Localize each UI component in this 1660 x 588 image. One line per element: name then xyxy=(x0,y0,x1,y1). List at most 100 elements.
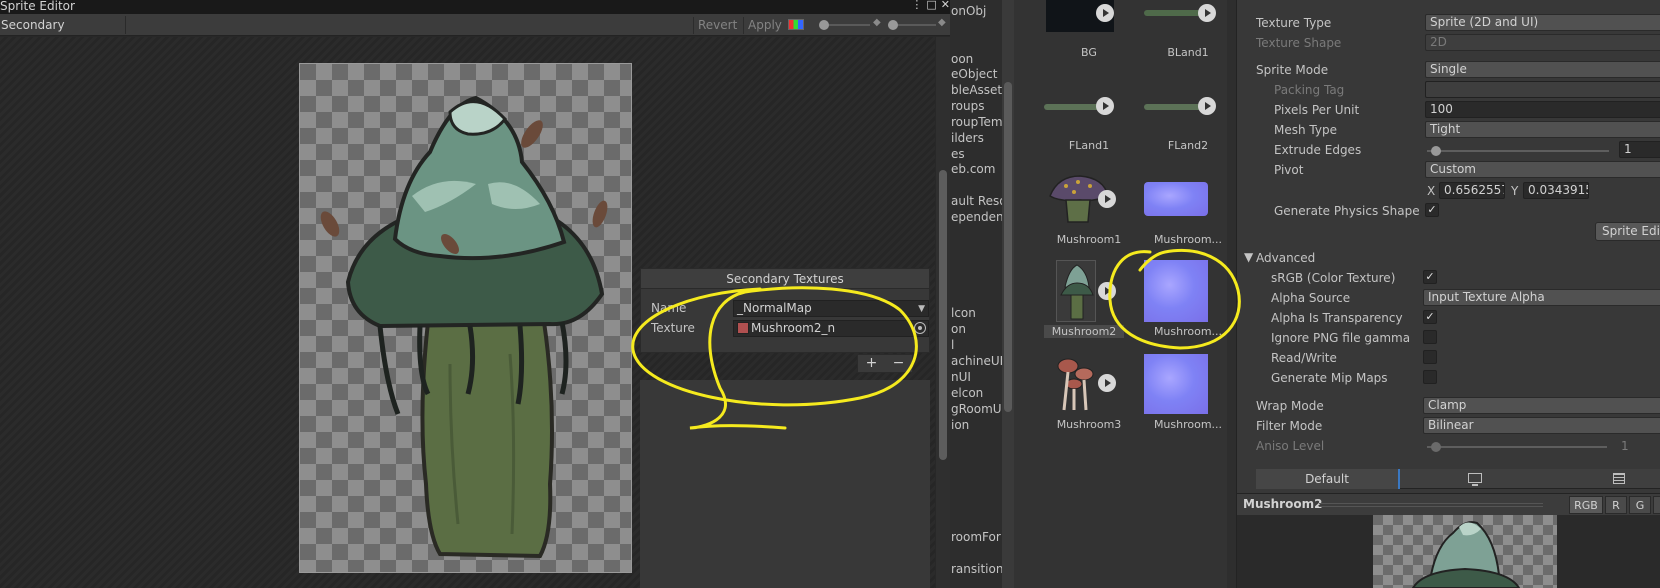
remove-texture-button[interactable]: − xyxy=(885,355,912,372)
generate-physics-shape-checkbox[interactable]: ✓ xyxy=(1425,203,1439,217)
add-texture-button[interactable]: + xyxy=(858,355,885,372)
list-item[interactable]: ilders xyxy=(951,131,984,145)
extrude-edges-slider[interactable] xyxy=(1427,150,1609,152)
play-icon[interactable] xyxy=(1098,190,1116,208)
asset-label[interactable]: BG xyxy=(1039,46,1139,59)
canvas-vertical-scrollbar[interactable] xyxy=(936,37,950,588)
apply-button[interactable]: Apply xyxy=(743,17,786,34)
list-item[interactable]: es xyxy=(951,147,965,161)
asset-label[interactable]: Mushroom... xyxy=(1138,233,1238,246)
asset-thumbnail-fland2[interactable] xyxy=(1144,104,1202,110)
monitor-icon[interactable] xyxy=(1468,473,1482,486)
list-item[interactable]: achineUI xyxy=(951,354,1003,368)
asset-label[interactable]: Mushroom... xyxy=(1138,418,1238,431)
list-item[interactable]: ion xyxy=(951,418,969,432)
extrude-edges-slider-knob[interactable] xyxy=(1431,146,1441,156)
play-icon[interactable] xyxy=(1098,374,1116,392)
sprite-mode-dropdown[interactable]: Single xyxy=(1425,61,1660,78)
rgb-channel-button[interactable]: RGB xyxy=(1569,496,1603,514)
asset-label[interactable]: Mushroom3 xyxy=(1039,418,1139,431)
project-scrollbar[interactable] xyxy=(1227,0,1236,588)
asset-label-selected[interactable]: Mushroom2 xyxy=(1044,325,1124,338)
list-item[interactable]: bleAssets xyxy=(951,83,1008,97)
list-item[interactable]: roomFor xyxy=(951,530,1001,544)
ignore-png-gamma-checkbox[interactable] xyxy=(1423,330,1437,344)
asset-thumbnail-mushroom2[interactable] xyxy=(1056,260,1096,322)
preview-resize-handle[interactable] xyxy=(1319,503,1543,507)
asset-thumbnail-mushroom2-normal[interactable] xyxy=(1144,260,1208,322)
object-picker-icon[interactable] xyxy=(914,321,926,334)
asset-thumbnail-mushroom1-normal[interactable] xyxy=(1144,182,1208,216)
texture-row: Texture Mushroom2_n xyxy=(651,319,929,337)
list-item[interactable]: elcon xyxy=(951,386,983,400)
texture-name-field[interactable]: _NormalMap ▼ xyxy=(733,299,929,317)
aniso-level-value: 1 xyxy=(1621,439,1629,453)
mesh-type-dropdown[interactable]: Tight xyxy=(1425,121,1660,138)
texture-type-dropdown[interactable]: Sprite (2D and UI) xyxy=(1425,14,1660,31)
list-item[interactable]: onObj xyxy=(951,4,986,18)
play-icon[interactable] xyxy=(1098,282,1116,300)
pivot-y-field[interactable]: 0.0343915 xyxy=(1523,182,1589,199)
asset-label[interactable]: FLand2 xyxy=(1138,139,1238,152)
extrude-edges-field[interactable]: 1 xyxy=(1619,141,1660,158)
tab-default[interactable]: Default xyxy=(1256,469,1400,489)
list-item[interactable]: roups xyxy=(951,99,985,113)
list-item[interactable]: eb.com xyxy=(951,162,995,176)
list-item[interactable]: ransition xyxy=(951,562,1003,576)
play-icon[interactable] xyxy=(1198,4,1216,22)
list-item[interactable]: ault Reso xyxy=(951,194,1007,208)
scrollbar-thumb[interactable] xyxy=(939,170,947,460)
asset-label[interactable]: FLand1 xyxy=(1039,139,1139,152)
asset-thumbnail-mushroom3-normal[interactable] xyxy=(1144,354,1208,414)
pixels-per-unit-field[interactable]: 100 xyxy=(1425,101,1660,118)
mip-slider-knob[interactable] xyxy=(888,20,898,30)
red-channel-button[interactable]: R xyxy=(1605,496,1627,514)
asset-thumbnail-mushroom3[interactable] xyxy=(1050,354,1102,414)
read-write-checkbox[interactable] xyxy=(1423,350,1437,364)
maximize-icon[interactable]: □ xyxy=(926,0,936,11)
wrap-mode-label: Wrap Mode xyxy=(1256,399,1324,413)
sprite-editor-button[interactable]: Sprite Editor xyxy=(1595,222,1660,241)
menu-icon[interactable]: ⋮ xyxy=(911,0,922,11)
blue-channel-button[interactable]: B xyxy=(1653,496,1660,514)
srgb-checkbox[interactable]: ✓ xyxy=(1423,270,1437,284)
pivot-x-field[interactable]: 0.6562557 xyxy=(1439,182,1505,199)
zoom-slider[interactable] xyxy=(822,24,870,26)
list-item[interactable]: lcon xyxy=(951,306,976,320)
list-item[interactable]: nUI xyxy=(951,370,971,384)
list-item[interactable]: gRoomUI xyxy=(951,402,1005,416)
secondary-textures-panel: Secondary Textures Name _NormalMap ▼ Tex… xyxy=(640,268,930,353)
list-item[interactable]: l xyxy=(951,338,954,352)
revert-button[interactable]: Revert xyxy=(693,17,741,34)
server-icon[interactable] xyxy=(1613,473,1625,484)
sprite-frame[interactable] xyxy=(299,63,632,573)
scrollbar-thumb[interactable] xyxy=(1004,82,1012,412)
editor-mode-dropdown[interactable]: Secondary Textures▼ xyxy=(0,16,126,50)
play-icon[interactable] xyxy=(1096,97,1114,115)
advanced-foldout-label[interactable]: Advanced xyxy=(1256,251,1315,265)
advanced-foldout-arrow-icon[interactable]: ▼ xyxy=(1244,250,1253,264)
list-item[interactable]: on xyxy=(951,322,966,336)
asset-label[interactable]: BLand1 xyxy=(1138,46,1238,59)
color-channel-icon[interactable] xyxy=(788,19,804,30)
pivot-dropdown[interactable]: Custom xyxy=(1425,161,1660,178)
green-channel-button[interactable]: G xyxy=(1629,496,1651,514)
asset-label[interactable]: Mushroom... xyxy=(1138,325,1238,338)
chevron-down-icon[interactable]: ▼ xyxy=(918,302,925,317)
filter-mode-dropdown[interactable]: Bilinear xyxy=(1423,417,1660,434)
hierarchy-scrollbar[interactable] xyxy=(1002,0,1014,588)
zoom-slider-knob[interactable] xyxy=(819,20,829,30)
asset-thumbnail-fland1[interactable] xyxy=(1044,104,1102,110)
generate-mip-maps-checkbox[interactable] xyxy=(1423,370,1437,384)
play-icon[interactable] xyxy=(1198,97,1216,115)
asset-label[interactable]: Mushroom1 xyxy=(1039,233,1139,246)
alpha-source-dropdown[interactable]: Input Texture Alpha xyxy=(1423,289,1660,306)
alpha-is-transparency-checkbox[interactable]: ✓ xyxy=(1423,310,1437,324)
play-icon[interactable] xyxy=(1096,4,1114,22)
texture-object-field[interactable]: Mushroom2_n xyxy=(733,319,929,337)
asset-thumbnail-bland1[interactable] xyxy=(1144,10,1202,16)
wrap-mode-dropdown[interactable]: Clamp xyxy=(1423,397,1660,414)
list-item[interactable]: oon xyxy=(951,52,973,66)
list-item[interactable]: eObject xyxy=(951,67,997,81)
close-icon[interactable]: ✕ xyxy=(941,0,950,11)
